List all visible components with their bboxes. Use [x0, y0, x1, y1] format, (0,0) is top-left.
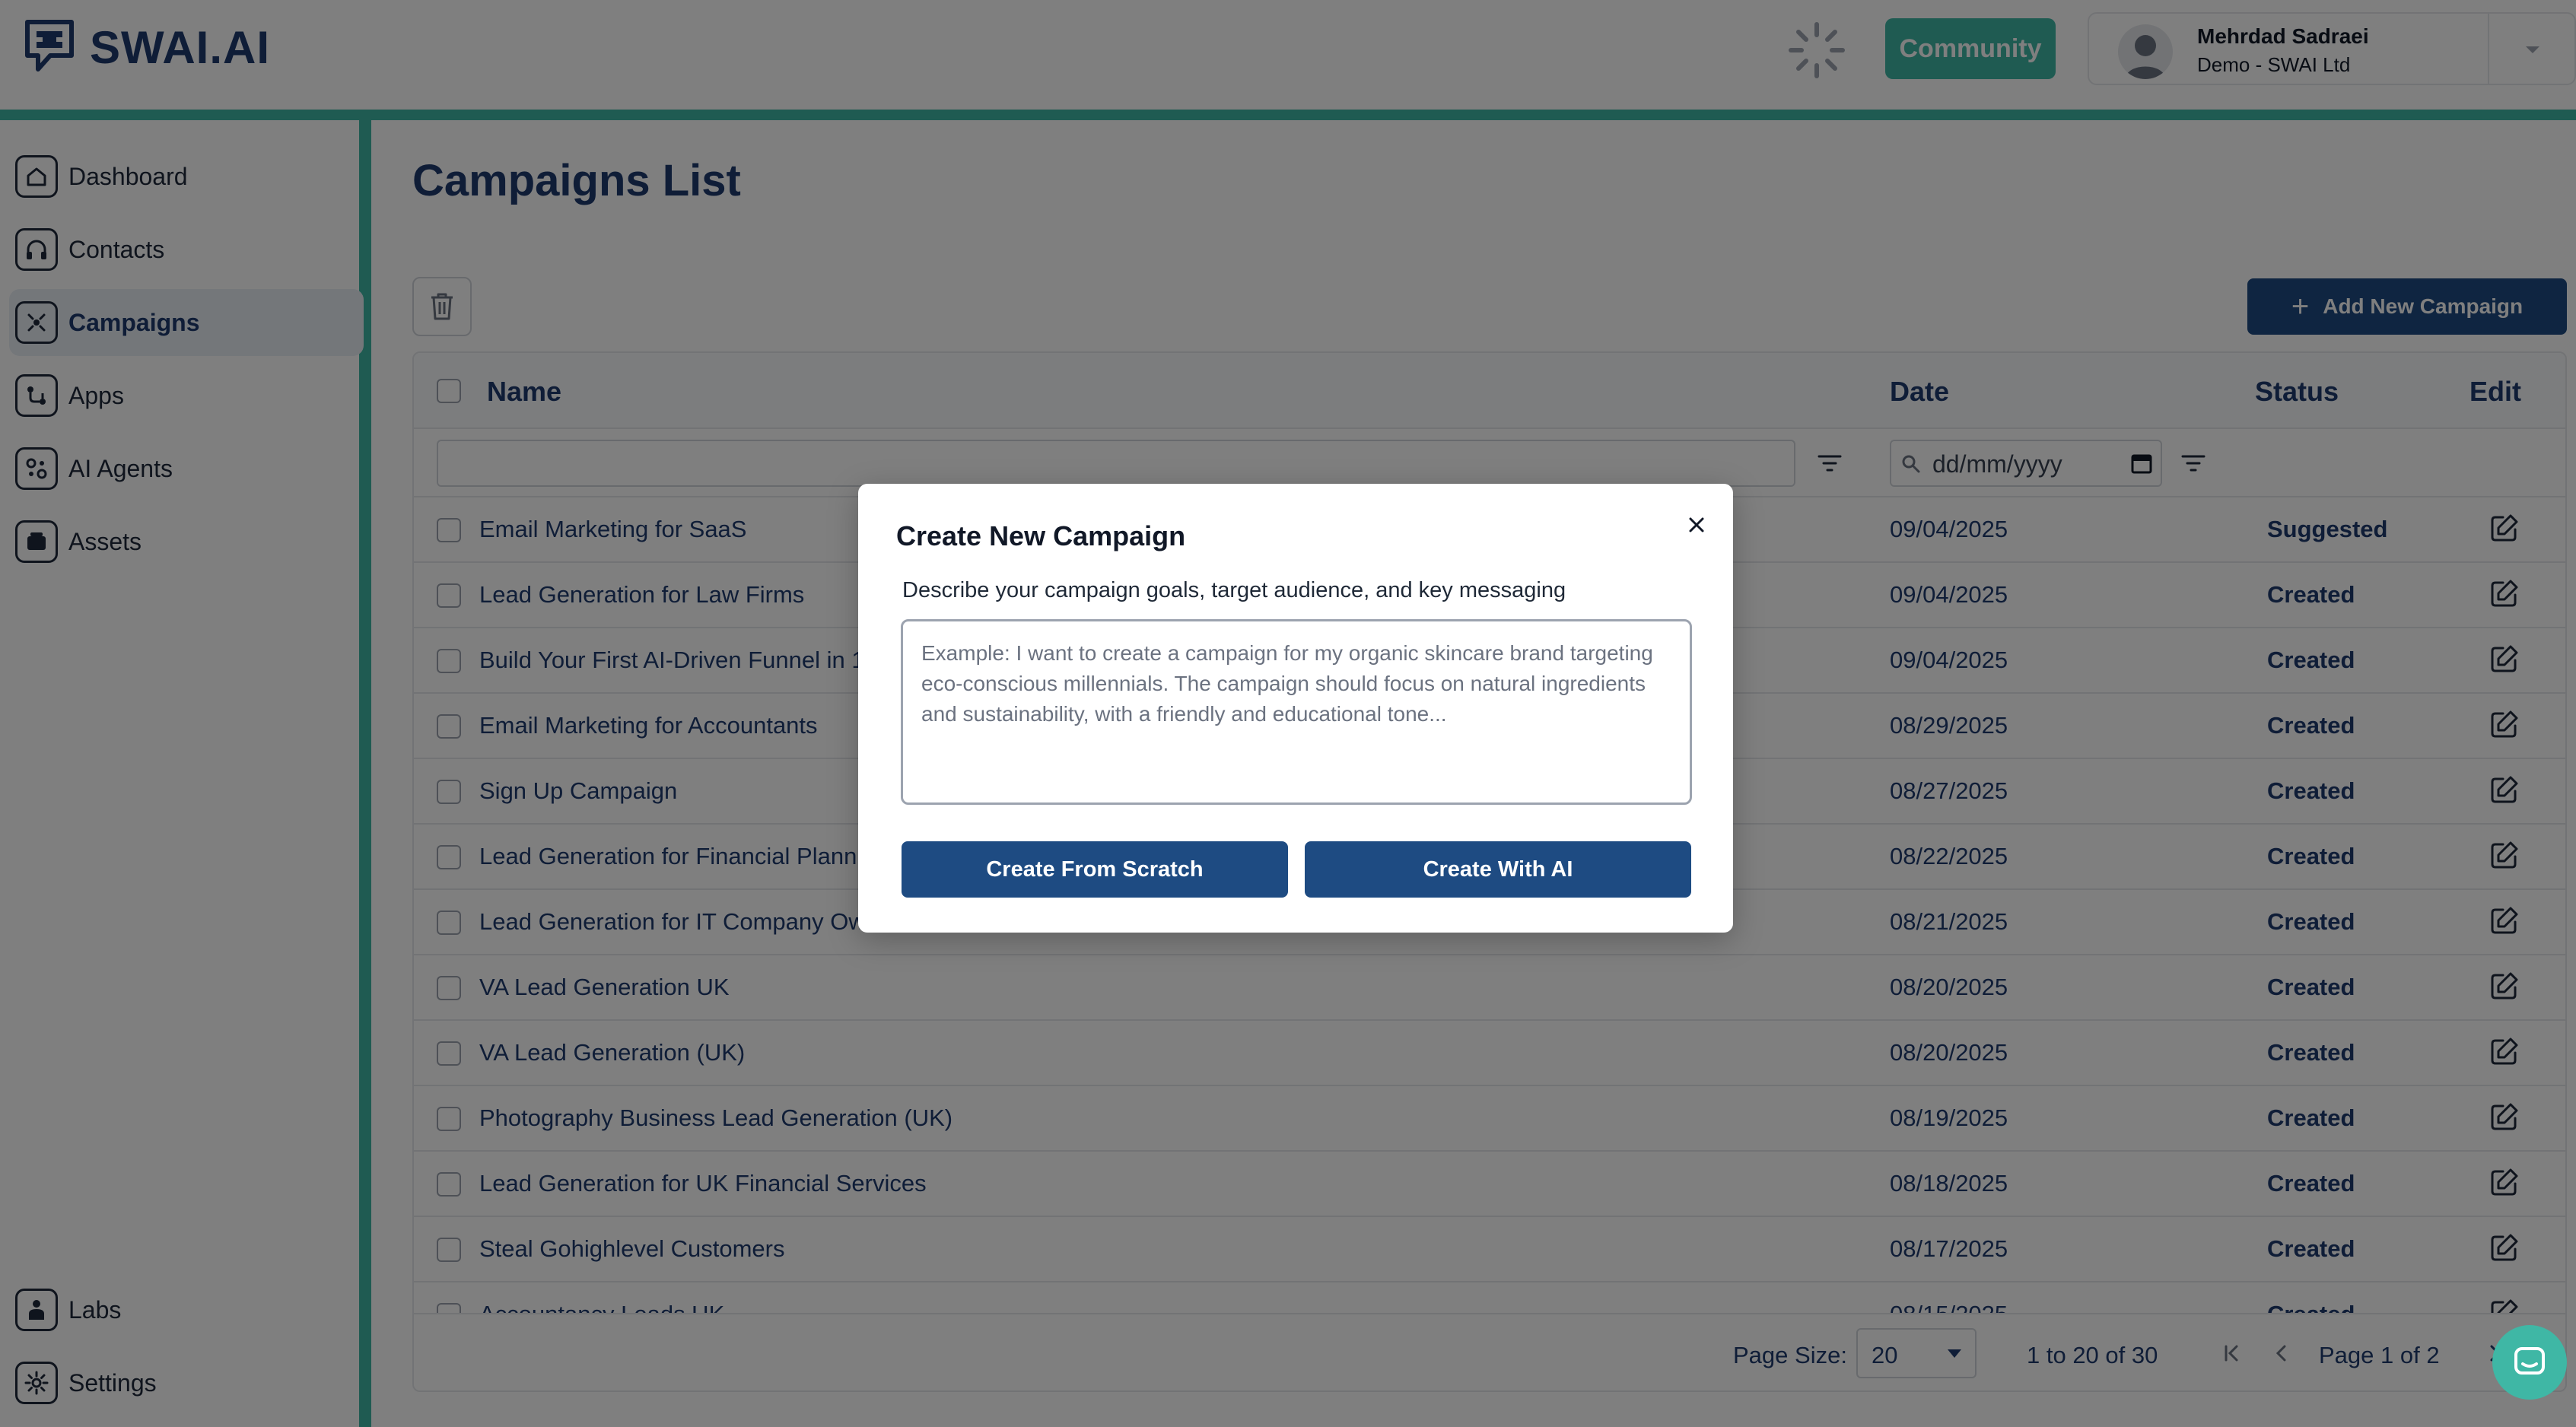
create-with-ai-button[interactable]: Create With AI — [1305, 841, 1691, 898]
create-from-scratch-button[interactable]: Create From Scratch — [902, 841, 1288, 898]
chat-launcher-button[interactable] — [2492, 1325, 2567, 1400]
close-button[interactable] — [1681, 510, 1712, 540]
chat-icon — [2514, 1347, 2545, 1375]
create-campaign-dialog: Create New Campaign Describe your campai… — [858, 484, 1733, 933]
dialog-title: Create New Campaign — [896, 520, 1186, 551]
close-icon — [1689, 517, 1704, 532]
campaign-description-input[interactable] — [901, 619, 1692, 805]
description-label: Describe your campaign goals, target aud… — [902, 578, 1566, 602]
